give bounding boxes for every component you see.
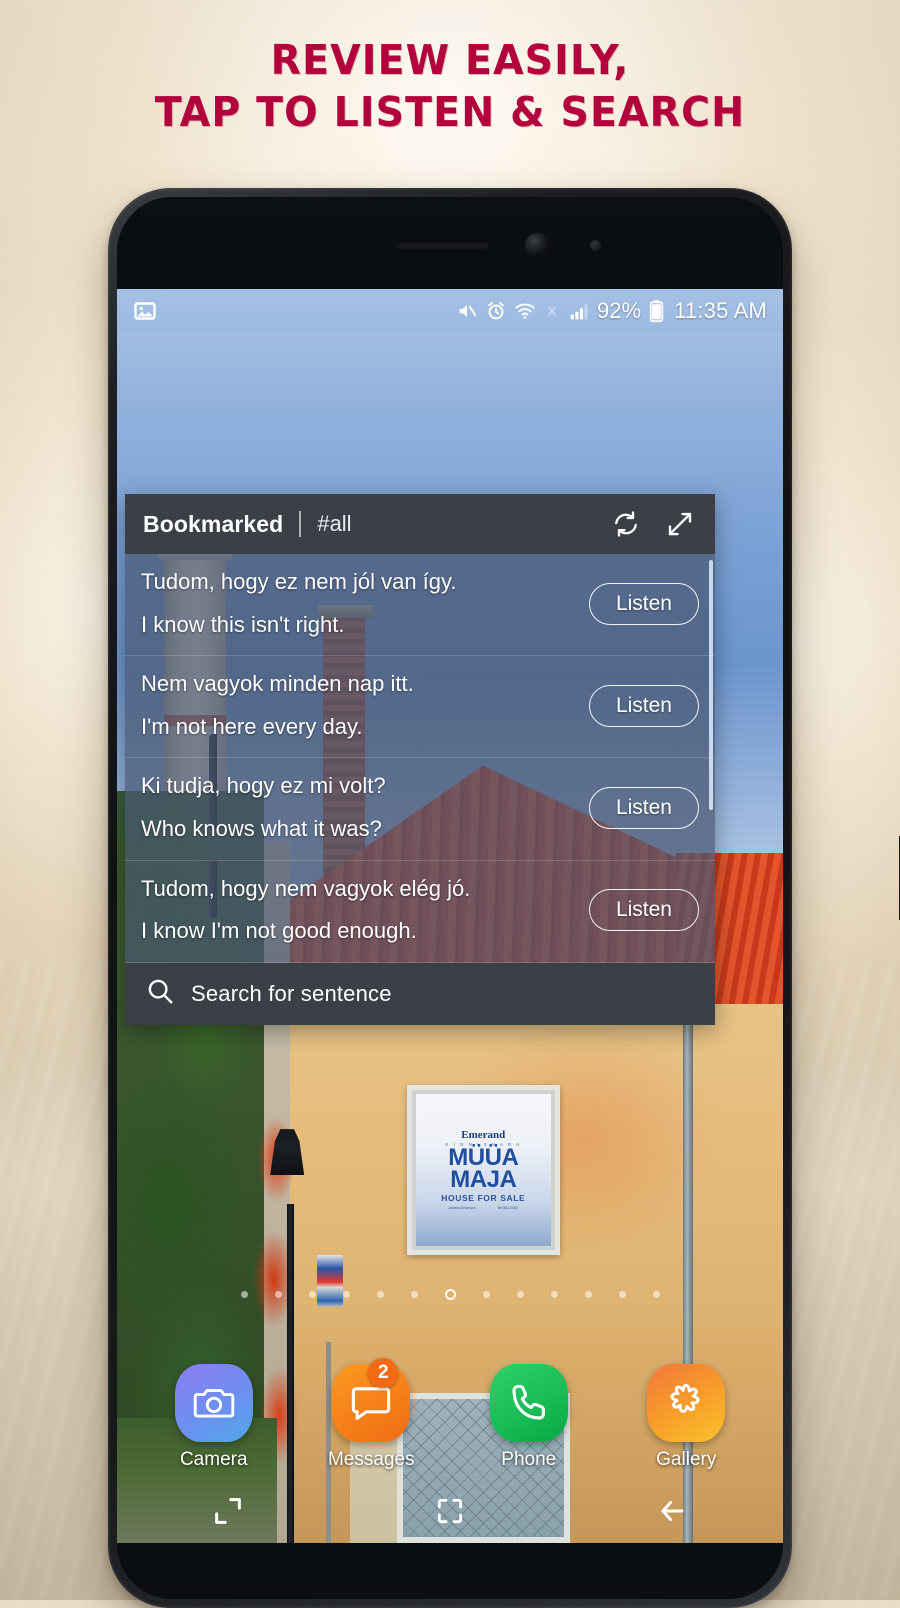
listen-button[interactable]: Listen bbox=[588, 889, 699, 932]
page-dot[interactable] bbox=[516, 1291, 524, 1298]
recents-button[interactable] bbox=[193, 1489, 263, 1533]
headline-line-1: REVIEW EASILY, bbox=[270, 36, 630, 84]
page-dot[interactable] bbox=[618, 1291, 626, 1298]
dock-item-camera[interactable]: Camera bbox=[154, 1364, 274, 1471]
camera-icon[interactable] bbox=[174, 1364, 253, 1442]
home-dock: Camera 2 Messages Phone Gallery bbox=[117, 1358, 783, 1471]
phone-device: Emerand K I N N I S V A R A MÜÜA MAJA HO… bbox=[108, 188, 900, 1608]
page-dot[interactable] bbox=[274, 1291, 282, 1298]
back-button[interactable] bbox=[637, 1489, 707, 1533]
sentence-pair: Ki tudja, hogy ez mi volt? Who knows wha… bbox=[141, 772, 589, 843]
overlay-actions bbox=[609, 507, 697, 541]
sentence-pair: Nem vagyok minden nap itt. I'm not here … bbox=[141, 670, 589, 741]
overlay-tag-filter[interactable]: #all bbox=[317, 511, 351, 537]
list-scrollbar[interactable] bbox=[709, 560, 713, 810]
sentence-source: Tudom, hogy nem vagyok elég jó. bbox=[141, 875, 471, 901]
clock-label: 11:35 AM bbox=[674, 298, 767, 323]
page-dot[interactable] bbox=[652, 1291, 660, 1298]
phone-icon[interactable] bbox=[489, 1364, 568, 1442]
dock-label-camera: Camera bbox=[179, 1449, 248, 1470]
front-camera-icon bbox=[525, 233, 550, 258]
bookmarked-overlay-panel: Bookmarked #all Tudom, hogy ez nem jól v… bbox=[125, 494, 715, 1025]
sentence-source: Ki tudja, hogy ez mi volt? bbox=[141, 773, 386, 799]
listen-button[interactable]: Listen bbox=[588, 582, 699, 625]
sentence-pair: Tudom, hogy ez nem jól van így. I know t… bbox=[141, 568, 589, 639]
headline-line-2: TAP TO LISTEN & SEARCH bbox=[154, 88, 746, 137]
phone-screen-container: Emerand K I N N I S V A R A MÜÜA MAJA HO… bbox=[117, 197, 783, 1599]
page-dot[interactable] bbox=[240, 1291, 248, 1298]
battery-percent-label: 92% bbox=[597, 298, 642, 323]
page-dot-active[interactable] bbox=[444, 1289, 456, 1300]
search-icon bbox=[145, 976, 175, 1011]
status-bar-right: 92% 11:35 AM bbox=[456, 298, 767, 324]
messages-icon[interactable]: 2 bbox=[332, 1358, 411, 1442]
home-button[interactable] bbox=[415, 1489, 485, 1533]
proximity-sensor-icon bbox=[590, 240, 601, 251]
page-dot[interactable] bbox=[376, 1291, 384, 1298]
page-dot[interactable] bbox=[308, 1291, 316, 1298]
earpiece-speaker bbox=[395, 241, 490, 249]
overlay-header: Bookmarked #all bbox=[125, 494, 715, 554]
overlay-title: Bookmarked bbox=[143, 510, 284, 537]
listen-button[interactable]: Listen bbox=[588, 786, 699, 829]
mute-icon bbox=[456, 300, 478, 322]
dock-item-phone[interactable]: Phone bbox=[469, 1364, 589, 1471]
bookmarked-sentence-list: Tudom, hogy ez nem jól van így. I know t… bbox=[125, 554, 715, 963]
table-row[interactable]: Tudom, hogy nem vagyok elég jó. I know I… bbox=[125, 861, 715, 963]
search-input[interactable]: Search for sentence bbox=[191, 981, 392, 1007]
phone-screen: Emerand K I N N I S V A R A MÜÜA MAJA HO… bbox=[117, 289, 783, 1543]
phone-bottom-bezel bbox=[117, 1543, 783, 1599]
bluetooth-off-icon bbox=[543, 302, 561, 320]
dock-label-messages: Messages bbox=[327, 1449, 415, 1470]
sentence-translation: Who knows what it was? bbox=[141, 815, 382, 841]
home-page-indicator bbox=[117, 1289, 783, 1300]
dock-item-messages[interactable]: 2 Messages bbox=[311, 1358, 431, 1471]
sentence-source: Nem vagyok minden nap itt. bbox=[141, 671, 414, 697]
sentence-source: Tudom, hogy ez nem jól van így. bbox=[141, 569, 457, 594]
table-row[interactable]: Tudom, hogy ez nem jól van így. I know t… bbox=[125, 554, 715, 657]
signal-icon bbox=[568, 300, 590, 322]
page-dot[interactable] bbox=[342, 1291, 350, 1298]
refresh-icon[interactable] bbox=[609, 507, 643, 541]
status-bar[interactable]: 92% 11:35 AM bbox=[117, 289, 783, 333]
battery-icon bbox=[648, 299, 665, 323]
search-bar[interactable]: Search for sentence bbox=[125, 962, 715, 1025]
expand-icon[interactable] bbox=[663, 507, 697, 541]
page-dot[interactable] bbox=[410, 1291, 418, 1298]
status-bar-left bbox=[133, 299, 456, 323]
overlay-title-divider bbox=[299, 511, 302, 537]
phone-top-bezel bbox=[117, 197, 783, 289]
sentence-translation: I know I'm not good enough. bbox=[141, 918, 417, 944]
listen-button[interactable]: Listen bbox=[588, 684, 699, 727]
page-dot[interactable] bbox=[550, 1291, 558, 1298]
table-row[interactable]: Ki tudja, hogy ez mi volt? Who knows wha… bbox=[125, 758, 715, 861]
sentence-translation: I'm not here every day. bbox=[141, 713, 363, 739]
gallery-icon[interactable] bbox=[647, 1364, 726, 1442]
page-dot[interactable] bbox=[482, 1291, 490, 1298]
alarm-icon bbox=[485, 300, 507, 322]
dock-item-gallery[interactable]: Gallery bbox=[626, 1364, 746, 1471]
promo-headline: REVIEW EASILY, TAP TO LISTEN & SEARCH bbox=[0, 38, 900, 135]
system-navigation-bar bbox=[117, 1479, 783, 1543]
dock-label-phone: Phone bbox=[501, 1449, 557, 1470]
sentence-translation: I know this isn't right. bbox=[141, 611, 345, 637]
wifi-icon bbox=[514, 300, 536, 322]
dock-label-gallery: Gallery bbox=[656, 1449, 717, 1470]
page-dot[interactable] bbox=[584, 1291, 592, 1298]
table-row[interactable]: Nem vagyok minden nap itt. I'm not here … bbox=[125, 656, 715, 759]
image-icon bbox=[133, 299, 157, 323]
sentence-pair: Tudom, hogy nem vagyok elég jó. I know I… bbox=[141, 875, 589, 946]
